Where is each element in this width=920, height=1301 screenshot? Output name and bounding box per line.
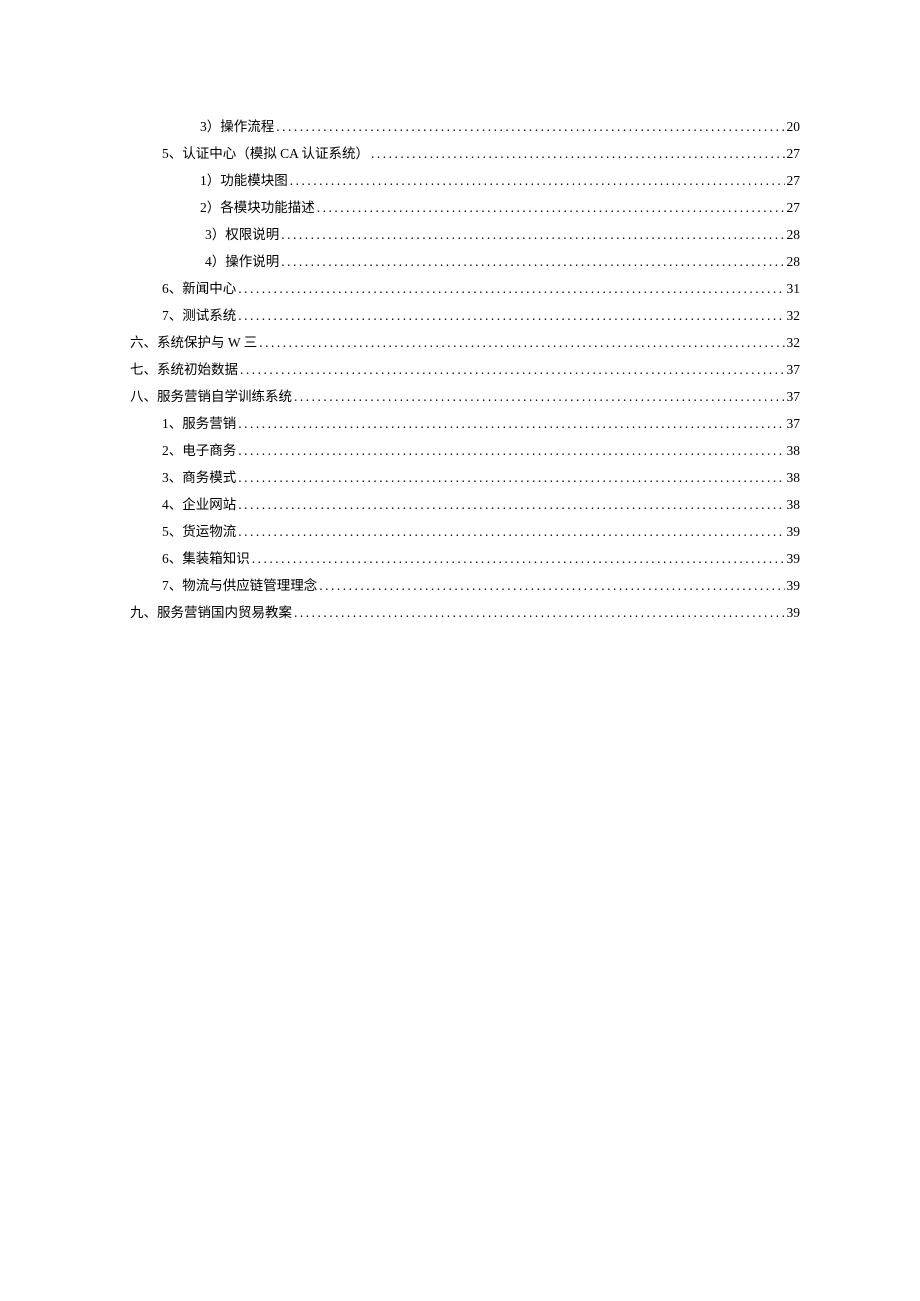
- toc-leader-dots: ........................................…: [319, 579, 784, 593]
- toc-entry-label: 八、服务营销自学训练系统: [130, 390, 292, 404]
- toc-entry-label: 5、货运物流: [162, 525, 236, 539]
- toc-entry-label: 4）操作说明: [205, 255, 279, 269]
- toc-entry: 1）功能模块图.................................…: [130, 174, 800, 188]
- toc-entry: 6、集装箱知识.................................…: [130, 552, 800, 566]
- toc-entry-label: 1）功能模块图: [200, 174, 288, 188]
- toc-leader-dots: ........................................…: [281, 228, 784, 242]
- toc-entry: 七、系统初始数据................................…: [130, 363, 800, 377]
- toc-entry-page: 37: [787, 363, 801, 377]
- toc-entry-page: 28: [787, 255, 801, 269]
- toc-entry-label: 2、电子商务: [162, 444, 236, 458]
- toc-entry-label: 七、系统初始数据: [130, 363, 238, 377]
- toc-entry-page: 39: [787, 552, 801, 566]
- toc-leader-dots: ........................................…: [252, 552, 785, 566]
- toc-entry: 3）权限说明..................................…: [130, 228, 800, 242]
- toc-entry-page: 31: [787, 282, 801, 296]
- toc-leader-dots: ........................................…: [290, 174, 785, 188]
- toc-leader-dots: ........................................…: [294, 606, 785, 620]
- toc-leader-dots: ........................................…: [238, 471, 784, 485]
- toc-entry-page: 38: [787, 498, 801, 512]
- toc-entry-page: 20: [787, 120, 801, 134]
- toc-entry-page: 37: [787, 417, 801, 431]
- toc-leader-dots: ........................................…: [240, 363, 785, 377]
- toc-entry-label: 5、认证中心（模拟 CA 认证系统）: [162, 147, 369, 161]
- toc-entry-page: 39: [787, 606, 801, 620]
- toc-entry: 4、企业网站..................................…: [130, 498, 800, 512]
- toc-entry-label: 九、服务营销国内贸易教案: [130, 606, 292, 620]
- toc-entry-label: 6、新闻中心: [162, 282, 236, 296]
- toc-entry: 5、认证中心（模拟 CA 认证系统）......................…: [130, 147, 800, 161]
- toc-leader-dots: ........................................…: [238, 498, 784, 512]
- toc-entry: 5、货运物流..................................…: [130, 525, 800, 539]
- toc-leader-dots: ........................................…: [238, 417, 784, 431]
- toc-entry: 2）各模块功能描述...............................…: [130, 201, 800, 215]
- toc-leader-dots: ........................................…: [371, 147, 784, 161]
- toc-entry: 3）操作流程..................................…: [130, 120, 800, 134]
- toc-entry-label: 3）权限说明: [205, 228, 279, 242]
- toc-entry-page: 27: [787, 174, 801, 188]
- toc-entry-page: 38: [787, 471, 801, 485]
- toc-entry-page: 38: [787, 444, 801, 458]
- toc-entry-page: 27: [787, 201, 801, 215]
- toc-leader-dots: ........................................…: [238, 282, 784, 296]
- toc-entry-page: 27: [787, 147, 801, 161]
- toc-entry-label: 六、系统保护与 W 三: [130, 336, 257, 350]
- toc-leader-dots: ........................................…: [238, 444, 784, 458]
- toc-entry-page: 39: [787, 579, 801, 593]
- toc-entry-page: 32: [787, 309, 801, 323]
- toc-entry-label: 4、企业网站: [162, 498, 236, 512]
- toc-leader-dots: ........................................…: [276, 120, 784, 134]
- toc-entry-label: 2）各模块功能描述: [200, 201, 315, 215]
- toc-entry-label: 3）操作流程: [200, 120, 274, 134]
- toc-entry-label: 6、集装箱知识: [162, 552, 250, 566]
- toc-entry-page: 39: [787, 525, 801, 539]
- toc-entry-label: 3、商务模式: [162, 471, 236, 485]
- toc-entry-page: 37: [787, 390, 801, 404]
- toc-entry: 六、系统保护与 W 三.............................…: [130, 336, 800, 350]
- toc-entry: 九、服务营销国内贸易教案............................…: [130, 606, 800, 620]
- toc-leader-dots: ........................................…: [281, 255, 784, 269]
- toc-leader-dots: ........................................…: [259, 336, 784, 350]
- toc-leader-dots: ........................................…: [294, 390, 785, 404]
- toc-entry: 3、商务模式..................................…: [130, 471, 800, 485]
- toc-entry: 6、新闻中心..................................…: [130, 282, 800, 296]
- toc-leader-dots: ........................................…: [238, 525, 784, 539]
- toc-entry-label: 7、物流与供应链管理理念: [162, 579, 317, 593]
- toc-entry-page: 32: [787, 336, 801, 350]
- toc-leader-dots: ........................................…: [238, 309, 784, 323]
- toc-entry: 7、测试系统..................................…: [130, 309, 800, 323]
- toc-leader-dots: ........................................…: [317, 201, 785, 215]
- toc-entry: 4）操作说明..................................…: [130, 255, 800, 269]
- toc-entry: 7、物流与供应链管理理念............................…: [130, 579, 800, 593]
- toc-entry: 1、服务营销..................................…: [130, 417, 800, 431]
- toc-entry: 八、服务营销自学训练系统............................…: [130, 390, 800, 404]
- table-of-contents: 3）操作流程..................................…: [130, 120, 800, 620]
- toc-entry: 2、电子商务..................................…: [130, 444, 800, 458]
- toc-entry-label: 1、服务营销: [162, 417, 236, 431]
- toc-entry-label: 7、测试系统: [162, 309, 236, 323]
- toc-entry-page: 28: [787, 228, 801, 242]
